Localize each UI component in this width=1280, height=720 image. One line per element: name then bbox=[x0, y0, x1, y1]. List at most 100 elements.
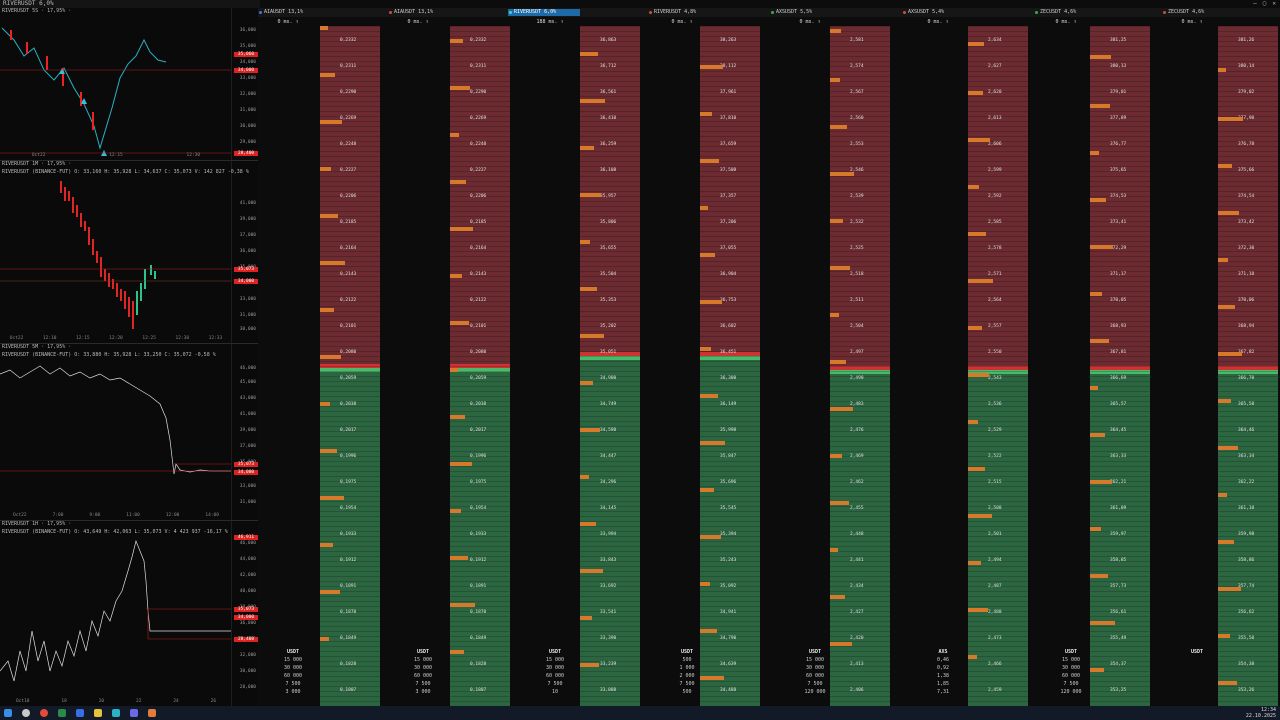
price-level[interactable]: 2,585 bbox=[988, 210, 1028, 236]
price-level[interactable]: 0,1933 bbox=[470, 522, 510, 548]
price-level[interactable]: 2,564 bbox=[988, 288, 1028, 314]
volume-preset-button[interactable]: 7 500 bbox=[540, 680, 570, 688]
price-level[interactable]: 36,259 bbox=[600, 132, 640, 158]
price-level[interactable]: 361,10 bbox=[1238, 496, 1278, 522]
price-level[interactable]: 365,58 bbox=[1238, 392, 1278, 418]
price-level[interactable]: 353,25 bbox=[1110, 678, 1150, 704]
start-icon[interactable] bbox=[4, 709, 12, 717]
price-level[interactable]: 36,602 bbox=[720, 314, 760, 340]
price-level[interactable]: 36,753 bbox=[720, 288, 760, 314]
tab-zecusdt-1[interactable]: ZECUSDT 4,6% bbox=[1034, 9, 1160, 16]
price-level[interactable]: 2,571 bbox=[988, 262, 1028, 288]
price-level[interactable]: 36,904 bbox=[720, 262, 760, 288]
volume-preset-button[interactable]: 120 000 bbox=[1056, 688, 1086, 696]
terminal-icon[interactable] bbox=[112, 709, 120, 717]
price-level[interactable]: 36,108 bbox=[600, 158, 640, 184]
price-level[interactable]: 37,206 bbox=[720, 210, 760, 236]
price-level[interactable]: 0,1975 bbox=[470, 470, 510, 496]
price-level[interactable]: 0,2248 bbox=[340, 132, 380, 158]
price-level[interactable]: 33,541 bbox=[600, 600, 640, 626]
price-level[interactable]: 0,2122 bbox=[340, 288, 380, 314]
volume-preset-button[interactable]: 7 500 bbox=[278, 680, 308, 688]
price-level[interactable]: 0,1891 bbox=[340, 574, 380, 600]
price-level[interactable]: 0,1975 bbox=[340, 470, 380, 496]
price-level[interactable]: 353,26 bbox=[1238, 678, 1278, 704]
volume-preset-button[interactable]: 120 000 bbox=[800, 688, 830, 696]
order-book[interactable]: 2,581 2,574 2,567 2,560 2,553 2,546 2,539 2,532… bbox=[830, 26, 890, 706]
price-level[interactable]: 2,525 bbox=[850, 236, 890, 262]
price-level[interactable]: 2,480 bbox=[988, 600, 1028, 626]
price-level[interactable]: 2,469 bbox=[850, 444, 890, 470]
price-level[interactable]: 0,1996 bbox=[340, 444, 380, 470]
price-level[interactable]: 357,73 bbox=[1110, 574, 1150, 600]
tab-riverusdt-2[interactable]: RIVERUSDT 4,8% bbox=[648, 9, 774, 16]
price-level[interactable]: 2,487 bbox=[988, 574, 1028, 600]
price-level[interactable]: 0,1996 bbox=[470, 444, 510, 470]
maximize-button[interactable]: ▢ bbox=[1263, 0, 1267, 8]
price-level[interactable]: 361,09 bbox=[1110, 496, 1150, 522]
price-level[interactable]: 37,659 bbox=[720, 132, 760, 158]
price-level[interactable]: 34,790 bbox=[720, 626, 760, 652]
tab-zecusdt-2[interactable]: ZECUSDT 4,6% bbox=[1162, 9, 1280, 16]
order-book[interactable]: 2,634 2,627 2,620 2,613 2,606 2,599 2,592 2,585… bbox=[968, 26, 1028, 706]
folder-icon[interactable] bbox=[94, 709, 102, 717]
price-level[interactable]: 2,494 bbox=[988, 548, 1028, 574]
price-level[interactable]: 373,42 bbox=[1238, 210, 1278, 236]
close-button[interactable]: ✕ bbox=[1272, 0, 1276, 8]
volume-preset-button[interactable]: 60 000 bbox=[1056, 672, 1086, 680]
price-level[interactable]: 0,2185 bbox=[470, 210, 510, 236]
price-level[interactable]: 0,2227 bbox=[470, 158, 510, 184]
price-level[interactable]: 0,2164 bbox=[470, 236, 510, 262]
price-level[interactable]: 356,62 bbox=[1238, 600, 1278, 626]
price-level[interactable]: 33,390 bbox=[600, 626, 640, 652]
price-level[interactable]: 371,17 bbox=[1110, 262, 1150, 288]
price-level[interactable]: 2,455 bbox=[850, 496, 890, 522]
price-level[interactable]: 0,1954 bbox=[470, 496, 510, 522]
price-level[interactable]: 357,74 bbox=[1238, 574, 1278, 600]
price-level[interactable]: 0,2269 bbox=[470, 106, 510, 132]
price-level[interactable]: 363,34 bbox=[1238, 444, 1278, 470]
price-level[interactable]: 2,420 bbox=[850, 626, 890, 652]
price-level[interactable]: 367,81 bbox=[1110, 340, 1150, 366]
price-level[interactable]: 355,49 bbox=[1110, 626, 1150, 652]
price-level[interactable]: 2,543 bbox=[988, 366, 1028, 392]
price-level[interactable]: 35,957 bbox=[600, 184, 640, 210]
price-level[interactable]: 36,863 bbox=[600, 28, 640, 54]
price-level[interactable]: 2,508 bbox=[988, 496, 1028, 522]
price-level[interactable]: 2,574 bbox=[850, 54, 890, 80]
price-level[interactable]: 372,30 bbox=[1238, 236, 1278, 262]
app-icon[interactable] bbox=[148, 709, 156, 717]
price-level[interactable]: 0,1912 bbox=[340, 548, 380, 574]
price-level[interactable]: 2,413 bbox=[850, 652, 890, 678]
order-book[interactable]: 381,26 380,14 379,02 377,90 376,78 375,66 374,… bbox=[1218, 26, 1278, 706]
price-level[interactable]: 2,441 bbox=[850, 548, 890, 574]
volume-preset-button[interactable]: 15 000 bbox=[540, 656, 570, 664]
volume-preset-button[interactable]: 30 000 bbox=[278, 664, 308, 672]
volume-preset-button[interactable]: 15 000 bbox=[278, 656, 308, 664]
price-level[interactable]: 0,2227 bbox=[340, 158, 380, 184]
price-level[interactable]: 35,998 bbox=[720, 418, 760, 444]
price-level[interactable]: 0,1891 bbox=[470, 574, 510, 600]
tab-axsusdt-1[interactable]: AXSUSDT 5,5% bbox=[770, 9, 896, 16]
price-level[interactable]: 35,243 bbox=[720, 548, 760, 574]
price-level[interactable]: 2,462 bbox=[850, 470, 890, 496]
price-level[interactable]: 354,38 bbox=[1238, 652, 1278, 678]
volume-preset-button[interactable]: 15 000 bbox=[800, 656, 830, 664]
price-level[interactable]: 2,427 bbox=[850, 600, 890, 626]
price-level[interactable]: 2,599 bbox=[988, 158, 1028, 184]
price-level[interactable]: 0,2038 bbox=[470, 392, 510, 418]
price-level[interactable]: 0,2164 bbox=[340, 236, 380, 262]
price-level[interactable]: 0,2080 bbox=[470, 340, 510, 366]
price-level[interactable]: 366,69 bbox=[1110, 366, 1150, 392]
price-level[interactable]: 373,41 bbox=[1110, 210, 1150, 236]
price-level[interactable]: 35,696 bbox=[720, 470, 760, 496]
price-level[interactable]: 0,2185 bbox=[340, 210, 380, 236]
price-level[interactable]: 354,37 bbox=[1110, 652, 1150, 678]
browser-icon[interactable] bbox=[40, 709, 48, 717]
price-level[interactable]: 0,2206 bbox=[470, 184, 510, 210]
price-level[interactable]: 34,900 bbox=[600, 366, 640, 392]
price-level[interactable]: 2,578 bbox=[988, 236, 1028, 262]
price-level[interactable]: 34,488 bbox=[720, 678, 760, 704]
minimize-button[interactable]: – bbox=[1253, 0, 1257, 8]
price-level[interactable]: 377,89 bbox=[1110, 106, 1150, 132]
